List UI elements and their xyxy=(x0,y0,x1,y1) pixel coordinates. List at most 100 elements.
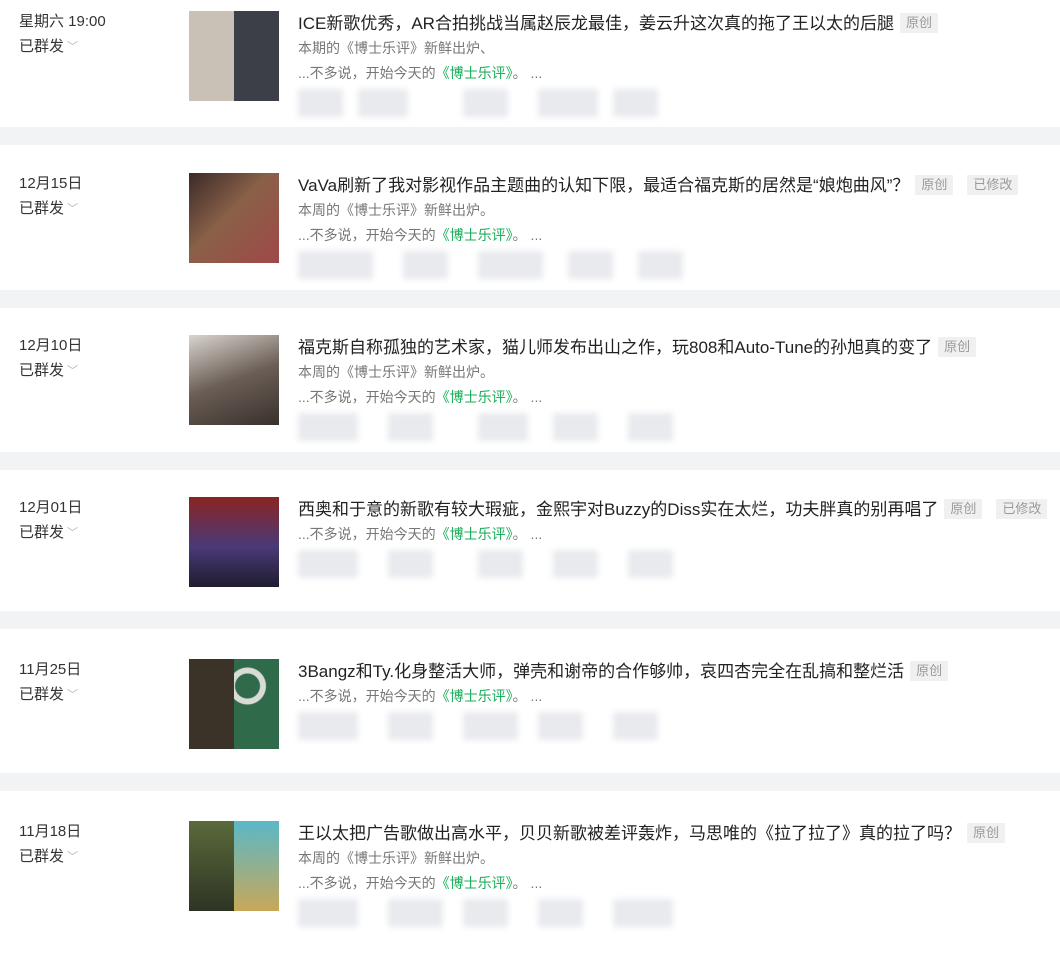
article-thumbnail[interactable] xyxy=(189,659,279,749)
chevron-down-icon[interactable]: ﹀ xyxy=(67,41,78,53)
blurred-stats xyxy=(298,550,678,578)
original-badge: 原创 xyxy=(915,175,954,195)
thumbnail-photo xyxy=(189,335,279,425)
publish-status[interactable]: 已群发 ﹀ xyxy=(19,361,78,382)
original-badge: 原创 xyxy=(944,499,983,519)
thumbnail-left-photo xyxy=(189,821,234,911)
article-title-text[interactable]: 王以太把广告歌做出高水平，贝贝新歌被差评轰炸，马思唯的《拉了拉了》真的拉了吗？ xyxy=(298,824,961,843)
thumbnail-left-photo xyxy=(189,11,234,101)
original-badge: 原创 xyxy=(967,823,1006,843)
article-thumbnail[interactable] xyxy=(189,497,279,587)
excerpt-highlight: 《博士乐评》 xyxy=(435,65,513,81)
article-summary: 本周的《博士乐评》新鲜出炉。 xyxy=(298,364,494,380)
original-badge: 原创 xyxy=(899,13,938,33)
publish-status[interactable]: 已群发 ﹀ xyxy=(19,847,78,868)
chevron-down-icon[interactable]: ﹀ xyxy=(67,365,78,377)
chevron-down-icon[interactable]: ﹀ xyxy=(67,527,78,539)
publish-status[interactable]: 已群发 ﹀ xyxy=(19,37,78,58)
excerpt-ellipsis: 。 ... xyxy=(512,65,543,81)
article-title[interactable]: 西奥和于意的新歌有较大瑕疵，金熙宇对Buzzy的Diss实在太烂，功夫胖真的别再… xyxy=(298,498,1048,522)
item-divider xyxy=(0,773,1060,791)
article-summary: 本期的《博士乐评》新鲜出炉、 xyxy=(298,40,494,56)
chevron-down-icon[interactable]: ﹀ xyxy=(67,689,78,701)
thumbnail-right-photo xyxy=(234,659,279,749)
article-item[interactable]: 12月01日 已群发 ﹀ 西奥和于意的新歌有较大瑕疵，金熙宇对Buzzy的Diss… xyxy=(0,486,1060,630)
publish-status[interactable]: 已群发 ﹀ xyxy=(19,685,78,706)
excerpt-text: ...不多说，开始今天的 xyxy=(298,65,436,81)
article-title[interactable]: ICE新歌优秀，AR合拍挑战当属赵辰龙最佳，姜云升这次真的拖了王以太的后腿 原创 xyxy=(298,12,938,36)
excerpt-highlight: 《博士乐评》 xyxy=(435,688,513,704)
thumbnail-right-photo xyxy=(234,821,279,911)
status-label: 已群发 xyxy=(19,38,65,55)
thumbnail-photo xyxy=(189,173,279,263)
item-divider xyxy=(0,127,1060,145)
article-title-text[interactable]: 3Bangz和Ty.化身整活大师，弹壳和谢帝的合作够帅，哀四杏完全在乱搞和整烂活 xyxy=(298,662,904,681)
chevron-down-icon[interactable]: ﹀ xyxy=(67,203,78,215)
article-title-text[interactable]: 福克斯自称孤独的艺术家，猫儿师发布出山之作，玩808和Auto-Tune的孙旭真… xyxy=(298,338,932,357)
excerpt-highlight: 《博士乐评》 xyxy=(435,526,513,542)
publish-date: 11月18日 xyxy=(19,823,82,840)
thumbnail-photo xyxy=(189,497,279,587)
article-excerpt: ...不多说，开始今天的《博士乐评》。 ... xyxy=(298,63,542,83)
item-divider xyxy=(0,290,1060,308)
status-label: 已群发 xyxy=(19,848,65,865)
article-excerpt: ...不多说，开始今天的《博士乐评》。 ... xyxy=(298,686,542,706)
modified-badge: 已修改 xyxy=(967,175,1019,195)
excerpt-ellipsis: 。 ... xyxy=(512,688,543,704)
status-label: 已群发 xyxy=(19,686,65,703)
article-item[interactable]: 12月15日 已群发 ﹀ VaVa刷新了我对影视作品主题曲的认知下限，最适合福克斯… xyxy=(0,162,1060,306)
status-label: 已群发 xyxy=(19,524,65,541)
blurred-stats xyxy=(298,712,678,740)
article-title[interactable]: 3Bangz和Ty.化身整活大师，弹壳和谢帝的合作够帅，哀四杏完全在乱搞和整烂活… xyxy=(298,660,949,684)
publish-date: 12月15日 xyxy=(19,175,83,192)
status-label: 已群发 xyxy=(19,362,65,379)
excerpt-text: ...不多说，开始今天的 xyxy=(298,526,436,542)
excerpt-text: ...不多说，开始今天的 xyxy=(298,688,436,704)
excerpt-highlight: 《博士乐评》 xyxy=(435,875,513,891)
article-item[interactable]: 星期六 19:00 已群发 ﹀ ICE新歌优秀，AR合拍挑战当属赵辰龙最佳，姜云升… xyxy=(0,0,1060,144)
thumbnail-left-photo xyxy=(189,659,234,749)
article-excerpt: ...不多说，开始今天的《博士乐评》。 ... xyxy=(298,524,542,544)
excerpt-ellipsis: 。 ... xyxy=(512,389,543,405)
article-title-text[interactable]: ICE新歌优秀，AR合拍挑战当属赵辰龙最佳，姜云升这次真的拖了王以太的后腿 xyxy=(298,14,894,33)
publish-date: 12月01日 xyxy=(19,499,83,516)
chevron-down-icon[interactable]: ﹀ xyxy=(67,851,78,863)
article-excerpt: ...不多说，开始今天的《博士乐评》。 ... xyxy=(298,873,542,893)
publish-date: 星期六 19:00 xyxy=(19,13,106,30)
publish-status[interactable]: 已群发 ﹀ xyxy=(19,523,78,544)
publish-date: 12月10日 xyxy=(19,337,83,354)
modified-badge: 已修改 xyxy=(996,499,1048,519)
excerpt-ellipsis: 。 ... xyxy=(512,526,543,542)
item-divider xyxy=(0,452,1060,470)
article-thumbnail[interactable] xyxy=(189,11,279,101)
thumbnail-right-photo xyxy=(234,11,279,101)
publish-date: 11月25日 xyxy=(19,661,82,678)
excerpt-text: ...不多说，开始今天的 xyxy=(298,875,436,891)
excerpt-text: ...不多说，开始今天的 xyxy=(298,389,436,405)
article-thumbnail[interactable] xyxy=(189,821,279,911)
original-badge: 原创 xyxy=(910,661,949,681)
excerpt-highlight: 《博士乐评》 xyxy=(435,227,513,243)
publish-status[interactable]: 已群发 ﹀ xyxy=(19,199,78,220)
excerpt-ellipsis: 。 ... xyxy=(512,875,543,891)
original-badge: 原创 xyxy=(938,337,977,357)
status-label: 已群发 xyxy=(19,200,65,217)
article-title[interactable]: 王以太把广告歌做出高水平，贝贝新歌被差评轰炸，马思唯的《拉了拉了》真的拉了吗？ 原… xyxy=(298,822,1006,846)
article-thumbnail[interactable] xyxy=(189,335,279,425)
article-item[interactable]: 11月25日 已群发 ﹀ 3Bangz和Ty.化身整活大师，弹壳和谢帝的合作够帅，… xyxy=(0,648,1060,792)
item-divider xyxy=(0,611,1060,629)
article-thumbnail[interactable] xyxy=(189,173,279,263)
excerpt-text: ...不多说，开始今天的 xyxy=(298,227,436,243)
article-summary: 本周的《博士乐评》新鲜出炉。 xyxy=(298,202,494,218)
blurred-stats xyxy=(298,413,678,441)
article-summary: 本周的《博士乐评》新鲜出炉。 xyxy=(298,850,494,866)
article-excerpt: ...不多说，开始今天的《博士乐评》。 ... xyxy=(298,387,542,407)
article-title[interactable]: 福克斯自称孤独的艺术家，猫儿师发布出山之作，玩808和Auto-Tune的孙旭真… xyxy=(298,336,977,360)
article-title-text[interactable]: 西奥和于意的新歌有较大瑕疵，金熙宇对Buzzy的Diss实在太烂，功夫胖真的别再… xyxy=(298,500,938,519)
article-item[interactable]: 12月10日 已群发 ﹀ 福克斯自称孤独的艺术家，猫儿师发布出山之作，玩808和A… xyxy=(0,324,1060,468)
article-title-text[interactable]: VaVa刷新了我对影视作品主题曲的认知下限，最适合福克斯的居然是“娘炮曲风”？ xyxy=(298,176,909,195)
article-title[interactable]: VaVa刷新了我对影视作品主题曲的认知下限，最适合福克斯的居然是“娘炮曲风”？ 原… xyxy=(298,174,1019,198)
blurred-stats xyxy=(298,89,678,117)
excerpt-ellipsis: 。 ... xyxy=(512,227,543,243)
article-item[interactable]: 11月18日 已群发 ﹀ 王以太把广告歌做出高水平，贝贝新歌被差评轰炸，马思唯的《… xyxy=(0,810,1060,954)
